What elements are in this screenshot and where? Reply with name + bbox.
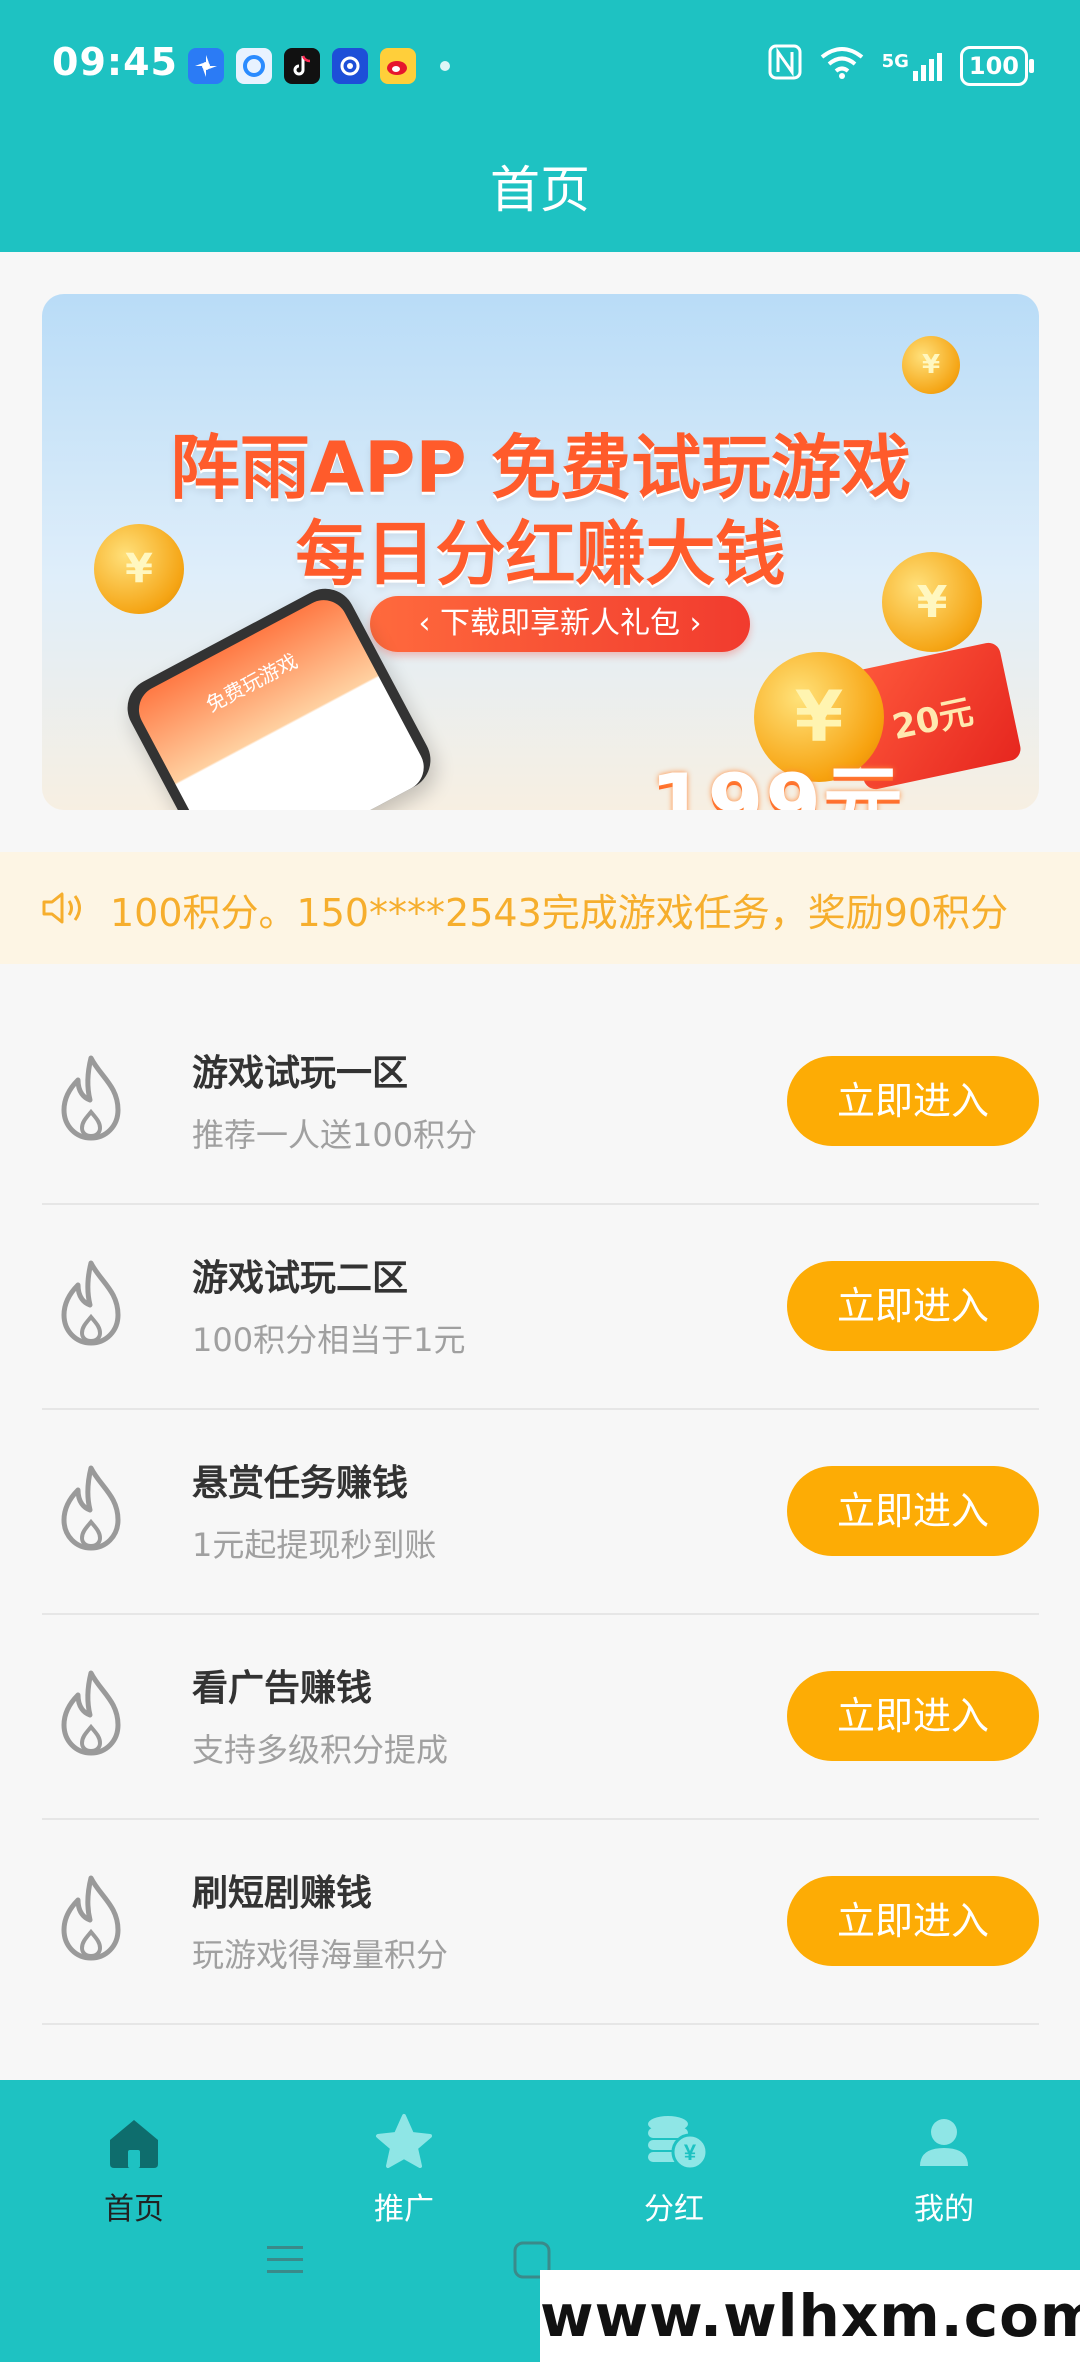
svg-text:¥: ¥ — [684, 2140, 697, 2165]
speaker-icon — [40, 888, 90, 928]
tab-label: 我的 — [914, 2192, 974, 2227]
task-name: 悬赏任务赚钱 — [192, 1463, 409, 1504]
notice-marquee: 100积分。150****2543完成游戏任务，奖励90积分 — [0, 852, 1080, 964]
tab-label: 首页 — [104, 2192, 164, 2227]
task-desc: 1元起提现秒到账 — [192, 1526, 437, 1564]
page-title: 首页 — [490, 161, 590, 219]
flame-icon — [56, 1667, 126, 1757]
system-status-icons: 5G 100 — [768, 44, 1035, 87]
user-icon — [912, 2110, 976, 2174]
status-time: 09:45 — [52, 40, 178, 84]
tab-dividend[interactable]: ¥ 分红 — [584, 2110, 764, 2228]
task-list: 游戏试玩一区 推荐一人送100积分 立即进入 游戏试玩二区 100积分相当于1元… — [42, 1000, 1039, 2025]
watermark-text: www.wlhxm.com — [540, 2270, 1080, 2362]
coin-decoration: ¥ — [902, 336, 960, 394]
task-desc: 推荐一人送100积分 — [192, 1116, 478, 1154]
task-name: 看广告赚钱 — [192, 1668, 373, 1709]
weibo-app-icon — [380, 48, 416, 84]
tab-home[interactable]: 首页 — [44, 2110, 224, 2228]
cloud-app-icon — [236, 48, 272, 84]
top-bar: 09:45 5G 100 首页 — [0, 0, 1080, 252]
enter-button[interactable]: 立即进入 — [787, 1056, 1039, 1146]
enter-button[interactable]: 立即进入 — [787, 1261, 1039, 1351]
task-name: 刷短剧赚钱 — [192, 1873, 373, 1914]
home-icon — [102, 2110, 166, 2174]
enter-button[interactable]: 立即进入 — [787, 1466, 1039, 1556]
list-item: 看广告赚钱 支持多级积分提成 立即进入 — [42, 1615, 1039, 1820]
more-notifications-dot — [440, 61, 450, 71]
menu-icon[interactable] — [265, 2240, 305, 2284]
promo-banner[interactable]: ¥ ¥ ¥ ¥ 阵雨APP 免费试玩游戏 每日分红赚大钱 ‹ 下载即享新人礼包 … — [42, 294, 1039, 810]
task-name: 游戏试玩二区 — [192, 1258, 409, 1299]
flame-icon — [56, 1462, 126, 1552]
browser-app-icon — [332, 48, 368, 84]
enter-button[interactable]: 立即进入 — [787, 1876, 1039, 1966]
battery-indicator: 100 — [959, 45, 1035, 86]
tiktok-app-icon — [284, 48, 320, 84]
status-bar: 09:45 5G 100 — [0, 0, 1080, 130]
tab-label: 分红 — [644, 2192, 704, 2227]
task-desc: 100积分相当于1元 — [192, 1321, 466, 1359]
banner-price: 199元 — [650, 757, 905, 810]
flame-icon — [56, 1872, 126, 1962]
wifi-icon — [820, 45, 864, 86]
task-name: 游戏试玩一区 — [192, 1053, 409, 1094]
list-item: 刷短剧赚钱 玩游戏得海量积分 立即进入 — [42, 1820, 1039, 2025]
enter-button[interactable]: 立即进入 — [787, 1671, 1039, 1761]
list-item: 游戏试玩二区 100积分相当于1元 立即进入 — [42, 1205, 1039, 1410]
download-gift-button[interactable]: ‹ 下载即享新人礼包 › — [370, 596, 750, 652]
signal-icon: 5G — [882, 51, 942, 81]
pinwheel-app-icon — [188, 48, 224, 84]
nfc-icon — [768, 44, 802, 87]
task-desc: 支持多级积分提成 — [192, 1731, 449, 1769]
flame-icon — [56, 1257, 126, 1347]
tab-mine[interactable]: 我的 — [854, 2110, 1034, 2228]
coins-icon: ¥ — [642, 2110, 709, 2174]
task-desc: 玩游戏得海量积分 — [192, 1936, 449, 1974]
list-item: 游戏试玩一区 推荐一人送100积分 立即进入 — [42, 1000, 1039, 1205]
notification-icons — [188, 48, 450, 84]
banner-subheadline: 每日分红赚大钱 — [295, 513, 786, 595]
list-item: 悬赏任务赚钱 1元起提现秒到账 立即进入 — [42, 1410, 1039, 1615]
star-icon — [372, 2110, 436, 2174]
notice-text: 100积分。150****2543完成游戏任务，奖励90积分 — [110, 891, 1009, 935]
tab-label: 推广 — [374, 2192, 434, 2227]
tab-promote[interactable]: 推广 — [314, 2110, 494, 2228]
network-type: 5G — [881, 50, 909, 72]
flame-icon — [56, 1052, 126, 1142]
